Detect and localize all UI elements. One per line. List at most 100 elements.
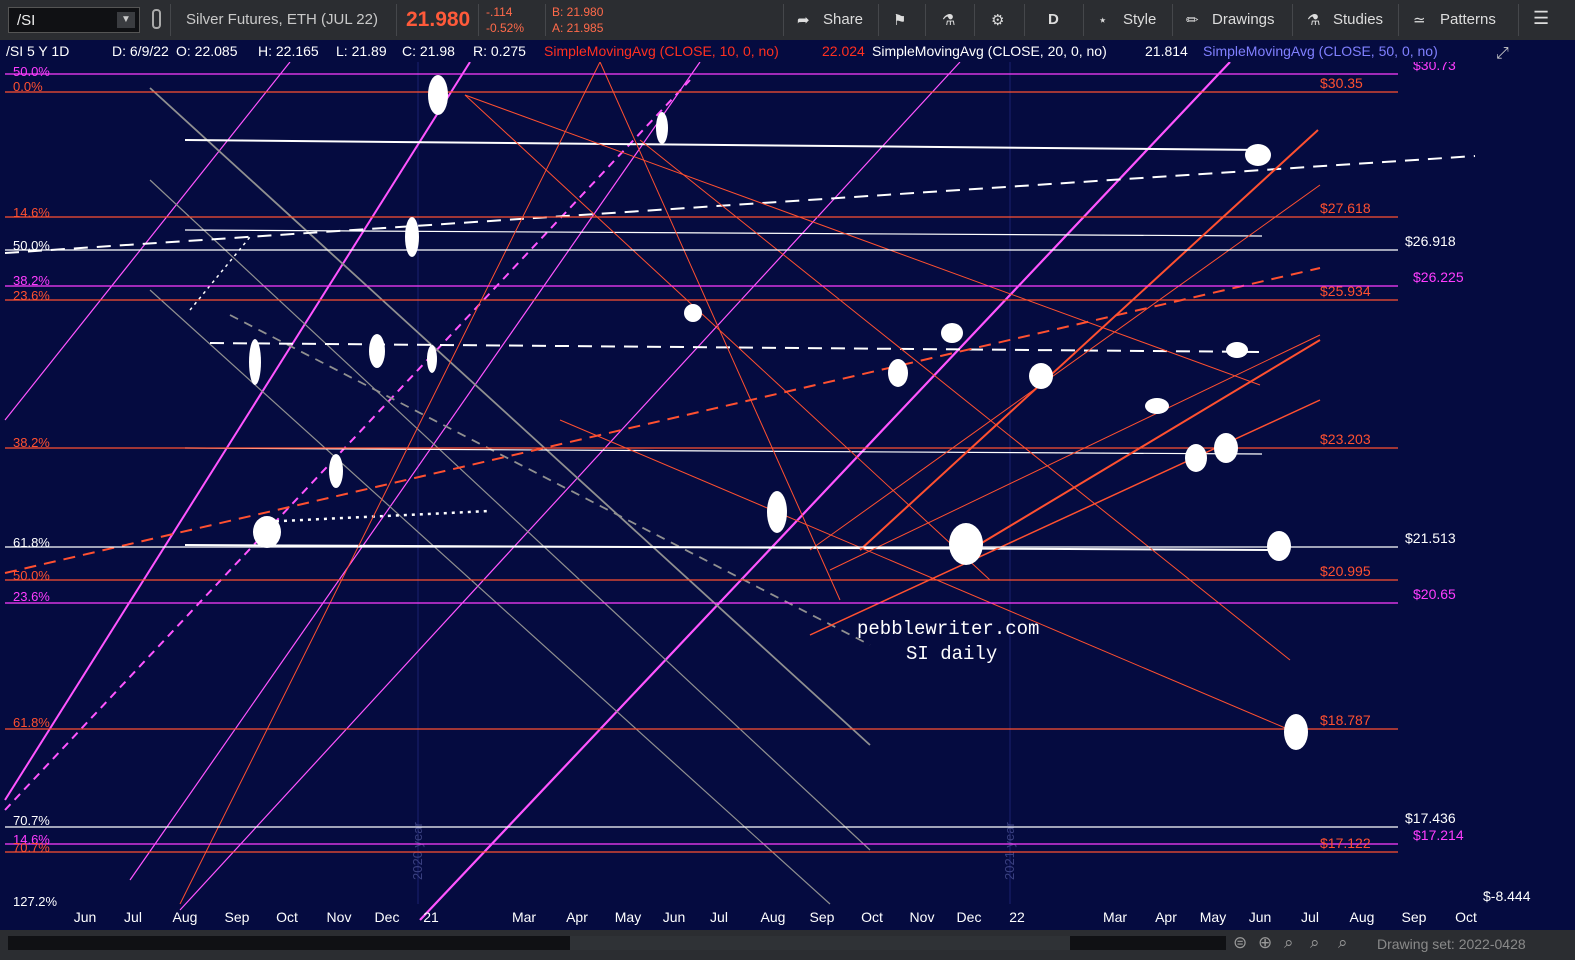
separator	[396, 4, 397, 36]
fib-price-label: $17.122	[1320, 835, 1371, 851]
fib-price-label: $20.65	[1413, 586, 1456, 602]
x-tick-label: Nov	[910, 909, 935, 925]
fib-pct-label: 38.2%	[13, 273, 50, 288]
year-label: 2020 year	[410, 822, 425, 880]
x-tick-label: Dec	[375, 909, 400, 925]
zoom-out-icon[interactable]: ⊜	[1233, 933, 1247, 953]
year-label: 2021 year	[1002, 822, 1017, 880]
fib-pct-label: 70.7%	[13, 813, 50, 828]
fib-price-label: $27.618	[1320, 200, 1371, 216]
x-tick-label: May	[615, 909, 641, 925]
fib-pct-label: 70.7%	[13, 840, 50, 855]
target-oval	[941, 323, 963, 343]
ask-price: A: 21.985	[552, 21, 604, 35]
x-tick-label: Sep	[225, 909, 250, 925]
gear-icon[interactable]: ⚙	[991, 11, 1004, 29]
patterns-icon[interactable]: ≃	[1413, 11, 1426, 29]
x-tick-label: Sep	[810, 909, 835, 925]
studies-button[interactable]: Studies	[1333, 11, 1383, 28]
fib-pct-label: 50.0%	[13, 238, 50, 253]
target-oval	[427, 345, 437, 373]
symbol-value[interactable]: /SI	[17, 12, 35, 29]
header-open: O: 22.085	[176, 43, 238, 59]
collapse-icon[interactable]: ⤢	[1496, 45, 1509, 62]
header-symbol-info: /SI 5 Y 1D	[6, 43, 69, 59]
x-tick-label: Oct	[276, 909, 298, 925]
separator	[878, 4, 879, 36]
share-button[interactable]: Share	[823, 11, 863, 28]
drawings-icon[interactable]: ✏	[1186, 11, 1199, 29]
fib-pct-label: 61.8%	[13, 535, 50, 550]
target-oval	[949, 523, 983, 565]
target-oval	[428, 75, 448, 115]
time-axis-labels: Jun Jul Aug Sep Oct Nov Dec 21 Mar Apr May Jun Jul Au…	[74, 909, 1477, 925]
fib-pct-label: 23.6%	[13, 589, 50, 604]
drawing-set-label: Drawing set: 2022-0428	[1377, 936, 1526, 952]
x-tick-label: Jun	[663, 909, 686, 925]
fib-price-label: $25.934	[1320, 283, 1371, 299]
scrollbar[interactable]: ⊜ ⊕ ⌕ ⌕ ⌕ Drawing set: 2022-0428	[0, 930, 1575, 960]
header-sma10: SimpleMovingAvg (CLOSE, 10, 0, no)	[544, 43, 779, 59]
fib-price-label: $17.214	[1413, 827, 1464, 843]
zoom-in-icon[interactable]: ⌕	[1284, 933, 1294, 953]
target-oval	[1029, 363, 1053, 389]
share-icon[interactable]: ➦	[797, 11, 810, 29]
chart-area[interactable]: 2020 year 2021 year $30.7350.0%$30.350.0%…	[0, 40, 1575, 930]
header-date: D: 6/9/22	[112, 43, 169, 59]
zoom-fit-icon[interactable]: ⌕	[1310, 933, 1320, 953]
separator	[545, 4, 546, 36]
target-oval	[249, 339, 261, 385]
studies-icon[interactable]: ⚗	[1307, 11, 1320, 29]
link-icon[interactable]	[152, 9, 161, 29]
style-icon[interactable]: ⋆	[1098, 11, 1107, 29]
separator	[478, 4, 479, 36]
separator	[974, 4, 975, 36]
target-oval	[1267, 531, 1291, 561]
patterns-button[interactable]: Patterns	[1440, 11, 1496, 28]
target-oval	[888, 359, 908, 387]
fib-pct-label: 50.0%	[13, 568, 50, 583]
separator	[1024, 4, 1025, 36]
separator	[1172, 4, 1173, 36]
bid-price: B: 21.980	[552, 5, 604, 19]
header-low: L: 21.89	[336, 43, 387, 59]
crosshair-icon[interactable]: ⊕	[1258, 933, 1272, 953]
target-oval	[1245, 144, 1271, 166]
timeframe-button[interactable]: D	[1048, 11, 1059, 28]
separator	[925, 4, 926, 36]
flag-icon[interactable]: ⚑	[893, 11, 906, 29]
price-axis[interactable]	[1479, 40, 1575, 904]
drawings-button[interactable]: Drawings	[1212, 11, 1275, 28]
x-tick-label: Apr	[1155, 909, 1177, 925]
chart-background	[0, 40, 1575, 930]
header-sma20-value: 21.814	[1145, 43, 1188, 59]
x-tick-label: May	[1200, 909, 1226, 925]
menu-icon[interactable]: ☰	[1533, 8, 1549, 29]
symbol-description: Silver Futures, ETH (JUL 22)	[186, 11, 378, 28]
annotation-line2: SI daily	[906, 643, 997, 665]
target-oval	[405, 217, 419, 257]
x-tick-label: Jul	[124, 909, 142, 925]
scrollbar-thumb[interactable]	[570, 936, 1070, 950]
x-tick-label: 22	[1009, 909, 1025, 925]
x-tick-label: Sep	[1402, 909, 1427, 925]
fib-pct-label: 38.2%	[13, 435, 50, 450]
style-button[interactable]: Style	[1123, 11, 1156, 28]
target-oval	[1284, 714, 1308, 750]
fib-price-label: $17.436	[1405, 810, 1456, 826]
header-sma10-value: 22.024	[822, 43, 865, 59]
header-close: C: 21.98	[402, 43, 455, 59]
fib-pct-label: 61.8%	[13, 715, 50, 730]
fib-pct-label: 0.0%	[13, 79, 43, 94]
chevron-down-icon[interactable]: ▼	[117, 12, 135, 28]
fib-price-label: $30.35	[1320, 75, 1363, 91]
symbol-selector[interactable]: /SI ▼	[8, 7, 140, 33]
fib-pct-label: 23.6%	[13, 288, 50, 303]
percent-change: -0.52%	[486, 21, 525, 35]
separator	[1398, 4, 1399, 36]
target-oval	[656, 112, 668, 144]
x-tick-label: Jul	[1301, 909, 1319, 925]
separator	[170, 4, 171, 36]
zoom-icon[interactable]: ⌕	[1338, 933, 1348, 953]
flask-icon[interactable]: ⚗	[942, 11, 955, 29]
